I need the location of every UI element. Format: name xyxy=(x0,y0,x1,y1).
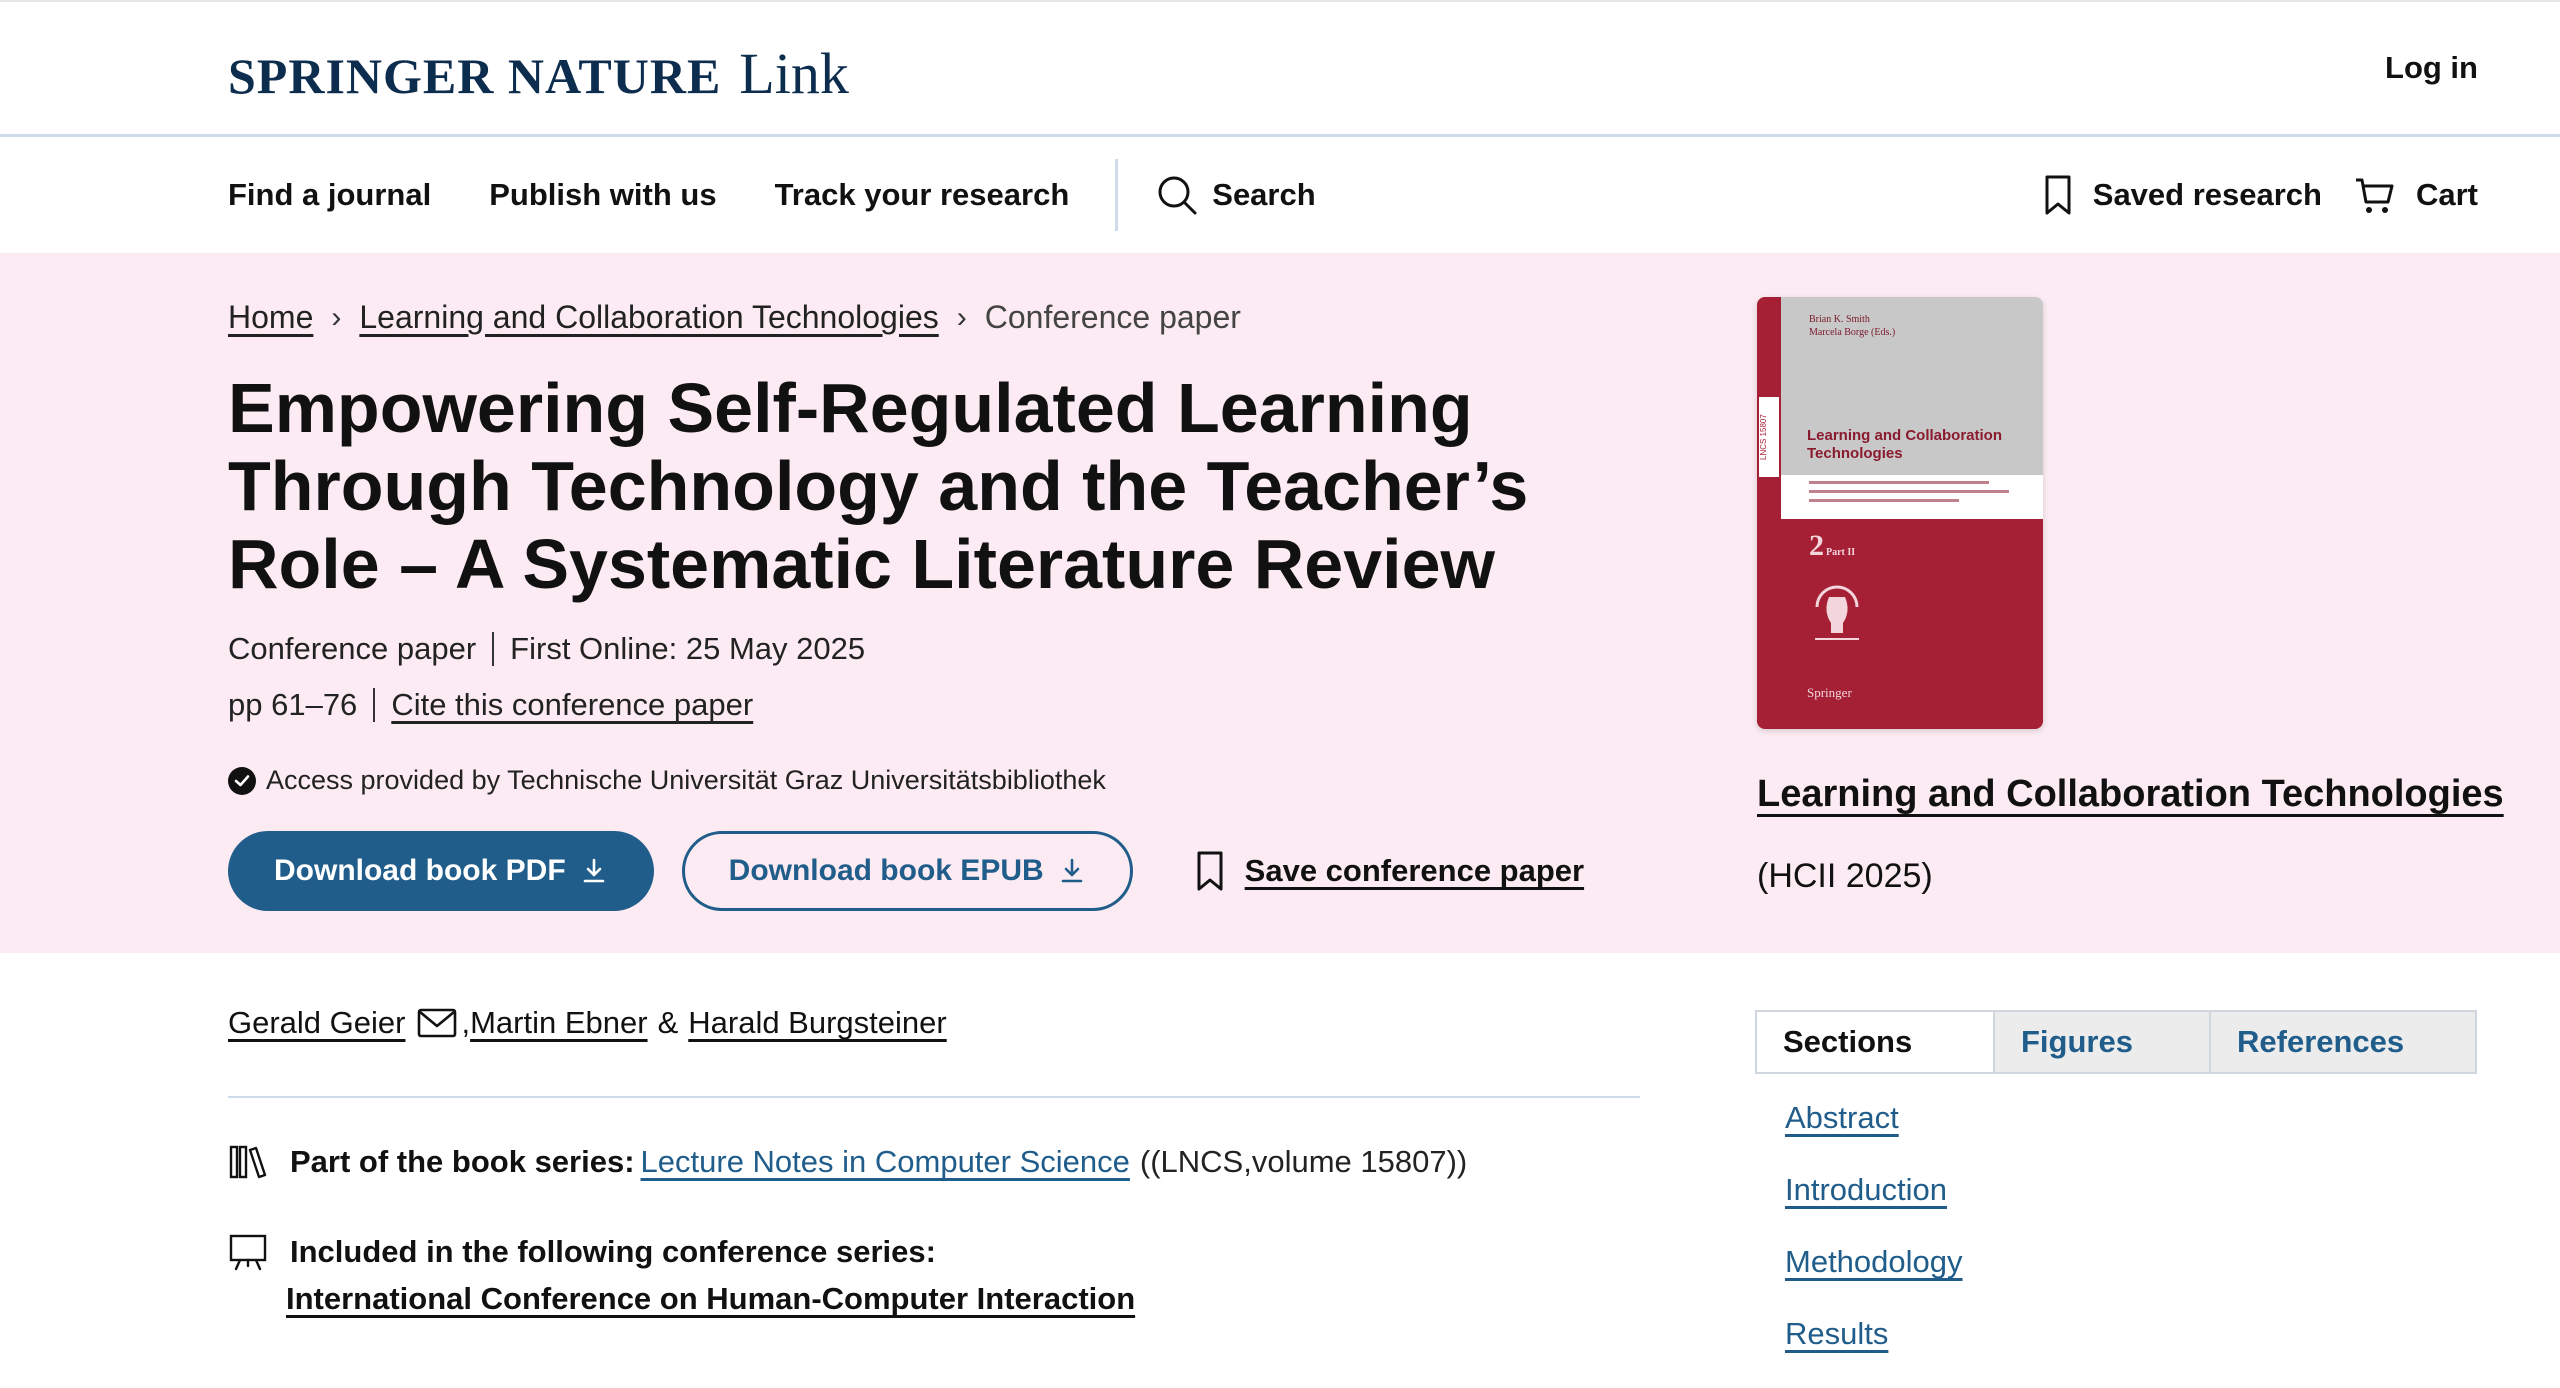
cover-series-code: LNCS 15807 xyxy=(1759,397,1779,477)
conference-label: Included in the following conference ser… xyxy=(290,1234,936,1269)
cover-editor-2: Marcela Borge (Eds.) xyxy=(1809,327,1896,338)
conference-series-info: Included in the following conference ser… xyxy=(228,1233,1135,1317)
cart-link[interactable]: Cart xyxy=(2354,174,2478,216)
hci-emblem-icon xyxy=(1815,585,1859,640)
author-link[interactable]: Gerald Geier xyxy=(228,1005,405,1041)
books-icon xyxy=(229,1145,267,1179)
cover-title-line-2: Technologies xyxy=(1807,445,1903,462)
author-link[interactable]: Harald Burgsteiner xyxy=(688,1005,946,1041)
download-icon xyxy=(583,858,604,883)
book-title-link[interactable]: Learning and Collaboration Technologies xyxy=(1757,773,2504,816)
download-pdf-button[interactable]: Download book PDF xyxy=(228,831,654,911)
section-link-abstract[interactable]: Abstract xyxy=(1785,1100,1963,1142)
chevron-right-icon: › xyxy=(331,300,342,334)
tab-sections[interactable]: Sections xyxy=(1757,1012,1993,1072)
section-link-introduction[interactable]: Introduction xyxy=(1785,1172,1963,1214)
cart-label: Cart xyxy=(2415,177,2478,212)
tab-figures[interactable]: Figures xyxy=(1993,1012,2209,1072)
nav-publish-with-us[interactable]: Publish with us xyxy=(489,177,716,213)
series-label: Part of the book series: xyxy=(290,1144,635,1179)
breadcrumb: Home › Learning and Collaboration Techno… xyxy=(228,299,1241,336)
nav-divider xyxy=(1115,159,1119,231)
section-list: Abstract Introduction Methodology Result… xyxy=(1785,1100,1963,1388)
author-link[interactable]: Martin Ebner xyxy=(470,1005,647,1041)
download-epub-label: Download book EPUB xyxy=(728,854,1044,887)
breadcrumb-book[interactable]: Learning and Collaboration Technologies xyxy=(359,299,938,336)
save-paper-label: Save conference paper xyxy=(1244,853,1585,888)
site-header: SPRINGER NATURE Link Log in xyxy=(0,0,2560,137)
author-separator: & xyxy=(657,1005,679,1040)
bookmark-icon xyxy=(2045,175,2071,215)
cover-band-lines xyxy=(1809,481,2009,508)
series-link[interactable]: Lecture Notes in Computer Science xyxy=(641,1144,1130,1180)
section-link-results[interactable]: Results xyxy=(1785,1316,1963,1358)
cover-part: 2 xyxy=(1809,529,1824,562)
action-buttons: Download book PDF Download book EPUB Sav… xyxy=(228,831,1584,911)
nav-find-journal[interactable]: Find a journal xyxy=(228,177,431,213)
author-list: Gerald Geier , Martin Ebner & Harald Bur… xyxy=(228,1005,947,1041)
main-nav: Find a journal Publish with us Track you… xyxy=(0,137,2560,256)
sections-tabs: Sections Figures References xyxy=(1755,1010,2477,1074)
article-hero: Home › Learning and Collaboration Techno… xyxy=(0,253,2560,953)
paper-meta: Conference paper First Online: 25 May 20… xyxy=(228,631,865,667)
book-cover[interactable]: LNCS 15807 Brian K. Smith Marcela Borge … xyxy=(1757,297,2043,729)
cover-title-line-1: Learning and Collaboration xyxy=(1807,427,2003,444)
cover-publisher: Springer xyxy=(1807,685,1852,700)
springer-nature-link-logo[interactable]: SPRINGER NATURE Link xyxy=(228,40,849,107)
paper-pages: pp 61–76 xyxy=(228,687,358,722)
chevron-right-icon: › xyxy=(956,300,967,334)
book-subtitle: (HCII 2025) xyxy=(1757,857,1933,895)
cover-part-label: Part II xyxy=(1826,547,1856,558)
login-link[interactable]: Log in xyxy=(2385,50,2478,86)
series-volume: ((LNCS,volume 15807)) xyxy=(1139,1144,1468,1179)
breadcrumb-current: Conference paper xyxy=(984,299,1241,335)
check-circle-icon xyxy=(228,766,256,795)
search-label: Search xyxy=(1212,177,1316,212)
paper-title: Empowering Self-Regulated Learning Throu… xyxy=(228,369,1529,603)
search-icon xyxy=(1158,176,1197,215)
bookmark-icon xyxy=(1197,851,1223,891)
logo-brand: SPRINGER NATURE xyxy=(228,48,722,104)
cover-part-number: 2 Part II xyxy=(1809,529,1855,563)
conference-link[interactable]: International Conference on Human-Comput… xyxy=(286,1281,1135,1317)
saved-research-label: Saved research xyxy=(2092,177,2322,212)
section-link-methodology[interactable]: Methodology xyxy=(1785,1244,1963,1286)
nav-track-research[interactable]: Track your research xyxy=(775,177,1070,213)
tab-references[interactable]: References xyxy=(2209,1012,2475,1072)
logo-suffix: Link xyxy=(739,41,849,106)
cover-editor-1: Brian K. Smith xyxy=(1809,314,1870,325)
access-text: Access provided by Technische Universitä… xyxy=(266,765,1106,795)
cover-spine xyxy=(1757,297,1781,729)
mail-icon[interactable] xyxy=(417,1007,457,1039)
download-epub-button[interactable]: Download book EPUB xyxy=(681,831,1133,911)
cover-editors: Brian K. Smith Marcela Borge (Eds.) xyxy=(1809,313,1895,339)
saved-research-link[interactable]: Saved research xyxy=(2043,174,2322,216)
cover-title: Learning and Collaboration Technologies xyxy=(1807,427,2002,463)
first-online: First Online: 25 May 2025 xyxy=(510,631,866,666)
paper-type: Conference paper xyxy=(228,631,477,666)
cite-paper-link[interactable]: Cite this conference paper xyxy=(391,687,753,723)
nav-search-button[interactable]: Search xyxy=(1156,174,1316,216)
download-icon xyxy=(1061,858,1082,883)
access-notice: Access provided by Technische Universitä… xyxy=(228,765,1106,796)
content-divider xyxy=(228,1096,1640,1098)
cart-icon xyxy=(2355,178,2394,213)
download-pdf-label: Download book PDF xyxy=(274,854,566,887)
book-series-info: Part of the book series: Lecture Notes i… xyxy=(228,1144,1467,1180)
paper-pages-row: pp 61–76 Cite this conference paper xyxy=(228,687,753,723)
presentation-icon xyxy=(229,1234,267,1271)
meta-divider xyxy=(373,688,376,722)
author-separator: , xyxy=(461,1005,471,1040)
breadcrumb-home[interactable]: Home xyxy=(228,299,313,336)
save-paper-button[interactable]: Save conference paper xyxy=(1195,850,1584,892)
meta-divider xyxy=(492,632,495,666)
